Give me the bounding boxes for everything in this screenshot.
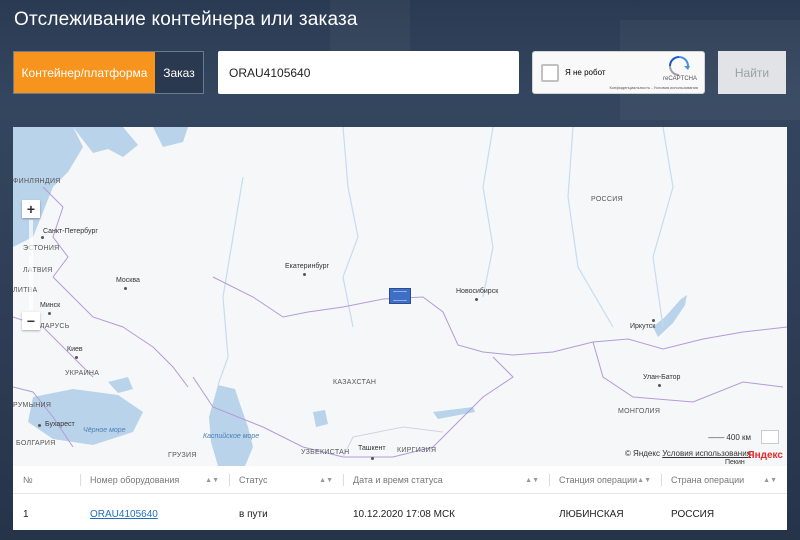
sort-icon: ▲▼ xyxy=(525,477,539,484)
col-header-station-label: Станция операции xyxy=(559,474,638,485)
map-label-beijing: Пекин xyxy=(725,459,745,466)
map-label-ulaanbaatar: Улан-Батор xyxy=(643,374,681,381)
table-row: 1 ORAU4105640 в пути 10.12.2020 17:08 МС… xyxy=(13,502,787,526)
map-label-caspian-sea: Каспийское море xyxy=(203,433,260,440)
col-header-status[interactable]: Статус ▲▼ xyxy=(229,466,343,493)
col-header-datetime[interactable]: Дата и время статуса ▲▼ xyxy=(343,466,549,493)
map-city-dot xyxy=(652,319,655,322)
sort-icon: ▲▼ xyxy=(637,477,651,484)
container-number-input[interactable] xyxy=(218,51,519,94)
cell-number: 1 xyxy=(23,508,29,520)
cell-equipment: ORAU4105640 xyxy=(80,502,229,526)
map-label-mongolia: МОНГОЛИЯ xyxy=(618,408,661,415)
map-zoom-control: + − xyxy=(22,200,40,330)
cell-station: ЛЮБИНСКАЯ xyxy=(559,508,624,520)
map-city-dot xyxy=(75,356,78,359)
col-header-equipment[interactable]: Номер оборудования ▲▼ xyxy=(80,466,229,493)
map-label-kiev: Киев xyxy=(67,346,83,353)
map-copyright-text: © Яндекс xyxy=(624,449,660,458)
recaptcha-label: Я не робот xyxy=(565,68,606,77)
recaptcha-widget: Я не робот reCAPTCHA Конфиденциальность … xyxy=(532,51,705,94)
map-label-finland: ФИНЛЯНДИЯ xyxy=(13,178,61,185)
yandex-logo: Яндекс xyxy=(747,450,783,461)
sort-icon: ▲▼ xyxy=(319,477,333,484)
col-header-number: № xyxy=(23,474,33,485)
map-city-dot xyxy=(658,384,661,387)
map-city-dot xyxy=(475,298,478,301)
recaptcha-logo-icon xyxy=(669,56,690,76)
container-marker-icon[interactable] xyxy=(389,288,411,304)
results-table: № Номер оборудования ▲▼ Статус ▲▼ Дата и… xyxy=(13,466,787,530)
zoom-out-button[interactable]: − xyxy=(22,312,40,330)
map-city-dot xyxy=(41,236,44,239)
col-header-country-label: Страна операции xyxy=(671,474,745,485)
map-label-black-sea: Чёрное море xyxy=(83,427,126,434)
map-copyright: © Яндекс Условия использования xyxy=(625,449,751,458)
search-mode-toggle: Контейнер/платформа Заказ xyxy=(13,51,204,94)
cell-status: в пути xyxy=(239,508,268,520)
map-city-dot xyxy=(303,273,306,276)
map-city-dot xyxy=(38,424,41,427)
col-header-status-label: Статус xyxy=(239,474,268,485)
map-scale-label: 400 км xyxy=(726,433,751,442)
map-label-moscow: Москва xyxy=(116,277,140,284)
sort-icon: ▲▼ xyxy=(205,477,219,484)
map-label-spb: Санкт-Петербург xyxy=(43,228,98,235)
map-label-tashkent: Ташкент xyxy=(358,445,386,452)
map-city-dot xyxy=(371,457,374,460)
find-button[interactable]: Найти xyxy=(718,51,786,94)
zoom-slider[interactable] xyxy=(29,220,33,310)
map-scale: —— 400 км xyxy=(708,433,751,442)
cell-datetime: 10.12.2020 17:08 МСК xyxy=(353,508,456,520)
map-label-romania: РУМЫНИЯ xyxy=(13,402,52,409)
mode-container-button[interactable]: Контейнер/платформа xyxy=(14,52,155,93)
map-label-kyrgyzstan: КИРГИЗИЯ xyxy=(397,447,437,454)
map-label-novosibirsk: Новосибирск xyxy=(456,288,499,295)
map-label-bulgaria: БОЛГАРИЯ xyxy=(16,440,56,447)
map-label-bucharest: Бухарест xyxy=(45,421,75,428)
col-header-station[interactable]: Станция операции ▲▼ xyxy=(549,466,661,493)
map-label-ekaterinburg: Екатеринбург xyxy=(285,263,330,270)
map-label-uzbekistan: УЗБЕКИСТАН xyxy=(301,449,350,456)
map-label-ukraine: УКРАИНА xyxy=(65,370,100,377)
map-label-kazakhstan: КАЗАХСТАН xyxy=(333,379,377,386)
ruler-icon[interactable] xyxy=(761,430,779,444)
col-header-country[interactable]: Страна операции ▲▼ xyxy=(661,466,787,493)
recaptcha-terms[interactable]: Конфиденциальность - Условия использован… xyxy=(609,85,698,90)
recaptcha-brand: reCAPTCHA xyxy=(662,76,697,82)
mode-order-button[interactable]: Заказ xyxy=(155,52,203,93)
map-label-belarus: ЕЛАРУСЬ xyxy=(35,323,70,330)
zoom-in-button[interactable]: + xyxy=(22,200,40,218)
tracking-map[interactable]: ФИНЛЯНДИЯ ЭСТОНИЯ ЛАТВИЯ ЛИТВА ЕЛАРУСЬ У… xyxy=(13,127,787,466)
recaptcha-checkbox[interactable] xyxy=(541,64,559,82)
map-label-georgia: ГРУЗИЯ xyxy=(168,452,197,459)
map-city-dot xyxy=(124,287,127,290)
table-header: № Номер оборудования ▲▼ Статус ▲▼ Дата и… xyxy=(13,466,787,494)
col-header-equipment-label: Номер оборудования xyxy=(90,474,180,485)
map-city-dot xyxy=(48,312,51,315)
map-terms-link[interactable]: Условия использования xyxy=(662,449,751,458)
equipment-link[interactable]: ORAU4105640 xyxy=(90,509,158,520)
sort-icon: ▲▼ xyxy=(763,477,777,484)
map-label-minsk: Минск xyxy=(40,302,61,309)
page-title: Отслеживание контейнера или заказа xyxy=(14,9,358,30)
map-label-irkutsk: Иркутск xyxy=(630,323,656,330)
map-label-russia: РОССИЯ xyxy=(591,196,623,203)
col-header-datetime-label: Дата и время статуса xyxy=(353,474,443,485)
cell-country: РОССИЯ xyxy=(671,508,715,520)
